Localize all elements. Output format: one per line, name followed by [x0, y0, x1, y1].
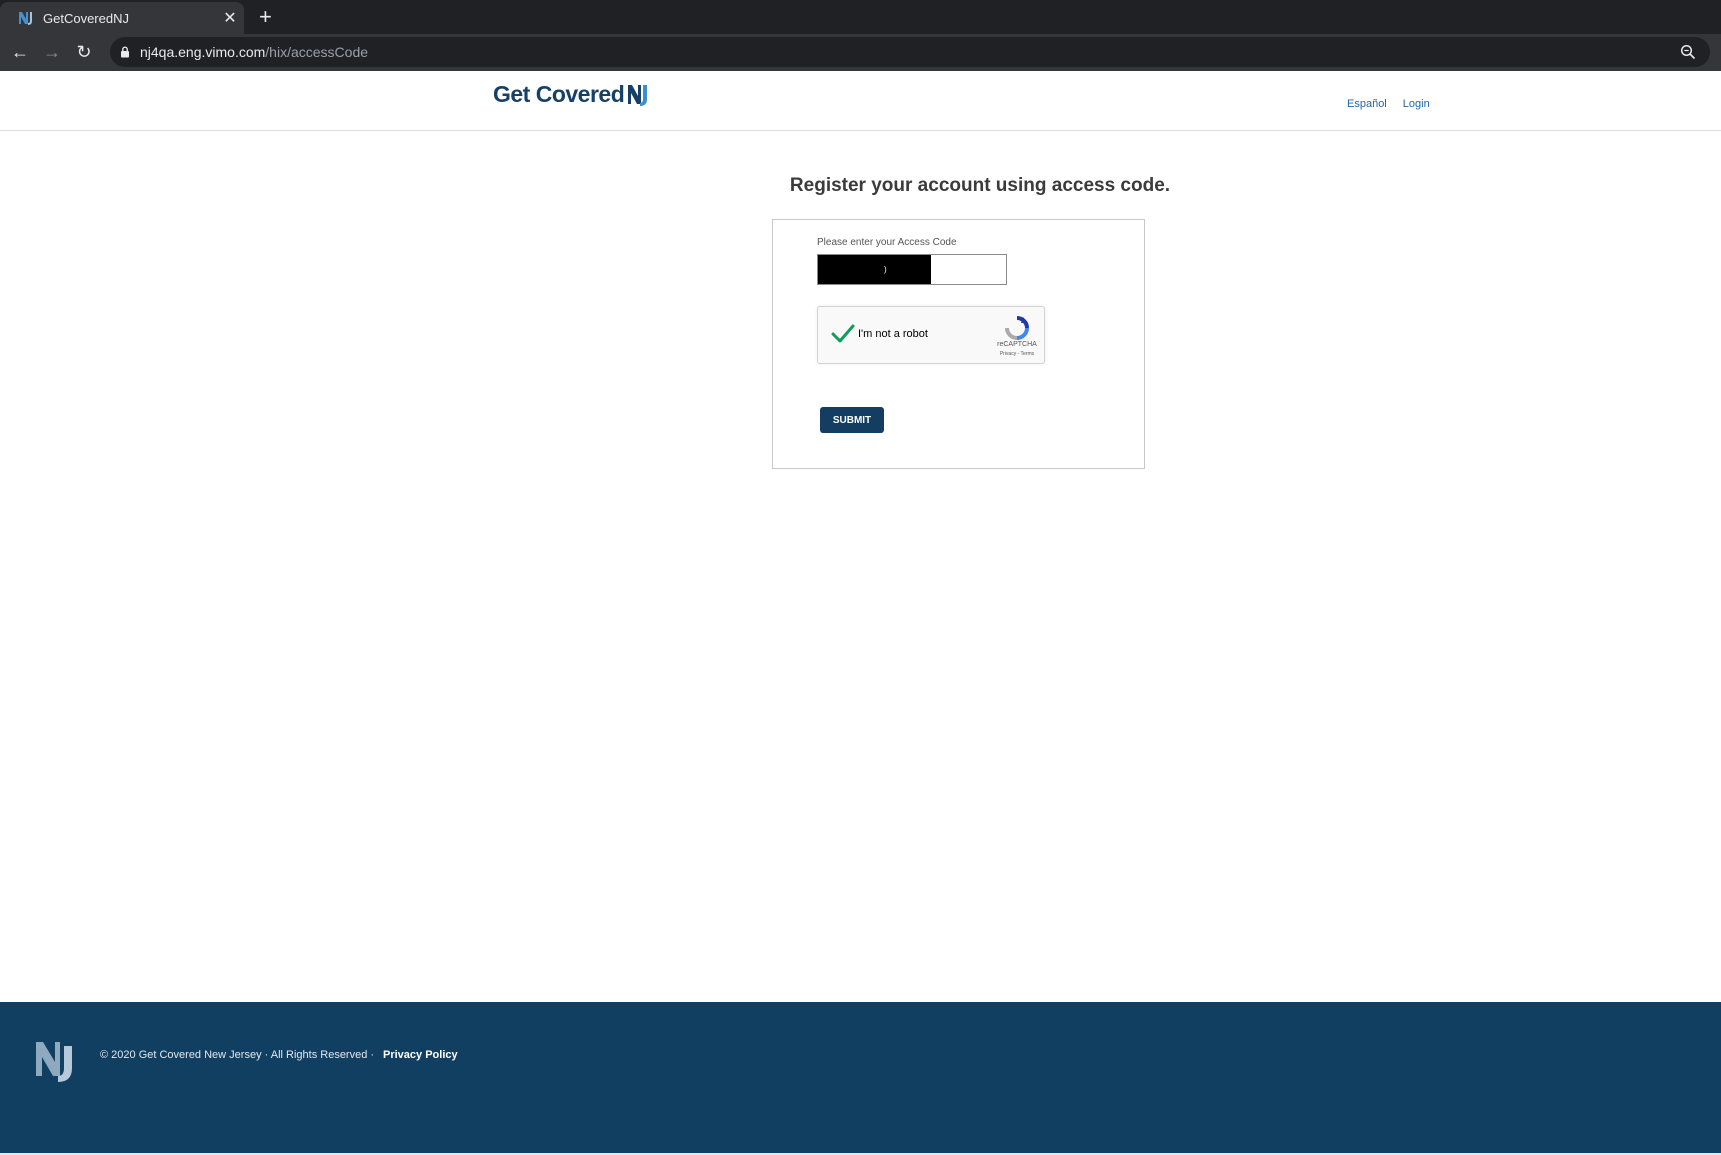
nj-logo-mark-icon	[626, 82, 650, 108]
submit-button[interactable]: SUBMIT	[820, 407, 884, 433]
site-header: Get Covered Español Login	[0, 71, 1721, 131]
access-code-input[interactable]: )	[817, 254, 1007, 285]
browser-tab[interactable]: GetCoveredNJ ✕	[0, 2, 244, 34]
back-icon[interactable]: ←	[9, 41, 31, 63]
recaptcha-checkbox[interactable]	[830, 321, 856, 347]
footer-nj-logo-icon	[34, 1038, 78, 1089]
lock-icon[interactable]	[120, 46, 130, 58]
address-bar[interactable]: nj4qa.eng.vimo.com/hix/accessCode	[110, 37, 1710, 67]
recaptcha-brand: reCAPTCHA	[997, 341, 1037, 348]
recaptcha-privacy-terms[interactable]: Privacy - Terms	[990, 351, 1044, 357]
site-footer: © 2020 Get Covered New Jersey · All Righ…	[0, 1002, 1721, 1153]
access-code-form: Please enter your Access Code ) I'm not …	[772, 219, 1145, 469]
recaptcha-widget: I'm not a robot reCAPTCHA Privacy - Term…	[817, 306, 1045, 364]
checkmark-icon	[831, 324, 855, 343]
privacy-policy-link[interactable]: Privacy Policy	[383, 1049, 458, 1061]
page-title: Register your account using access code.	[789, 175, 1171, 196]
tab-close-icon[interactable]: ✕	[216, 8, 244, 28]
new-tab-button[interactable]: +	[259, 4, 272, 30]
forward-icon[interactable]: →	[41, 41, 63, 63]
reload-icon[interactable]: ↻	[73, 41, 95, 63]
get-covered-nj-logo[interactable]: Get Covered	[493, 81, 650, 108]
header-links: Español Login	[1347, 98, 1430, 110]
tab-title: GetCoveredNJ	[43, 10, 129, 26]
recaptcha-label: I'm not a robot	[858, 328, 928, 340]
access-code-label: Please enter your Access Code	[817, 237, 957, 248]
access-code-value: )	[818, 255, 931, 284]
browser-toolbar: ← → ↻ nj4qa.eng.vimo.com/hix/accessCode	[0, 34, 1721, 72]
espanol-link[interactable]: Español	[1347, 98, 1387, 110]
url-path: /hix/accessCode	[265, 44, 369, 60]
zoom-icon[interactable]	[1680, 44, 1696, 60]
logo-text: Get Covered	[493, 81, 625, 107]
browser-tab-strip: GetCoveredNJ ✕ +	[0, 0, 1721, 34]
footer-copyright: © 2020 Get Covered New Jersey · All Righ…	[100, 1049, 375, 1061]
login-link[interactable]: Login	[1403, 98, 1430, 110]
nj-favicon-icon	[18, 10, 34, 26]
url-host: nj4qa.eng.vimo.com	[140, 44, 266, 60]
